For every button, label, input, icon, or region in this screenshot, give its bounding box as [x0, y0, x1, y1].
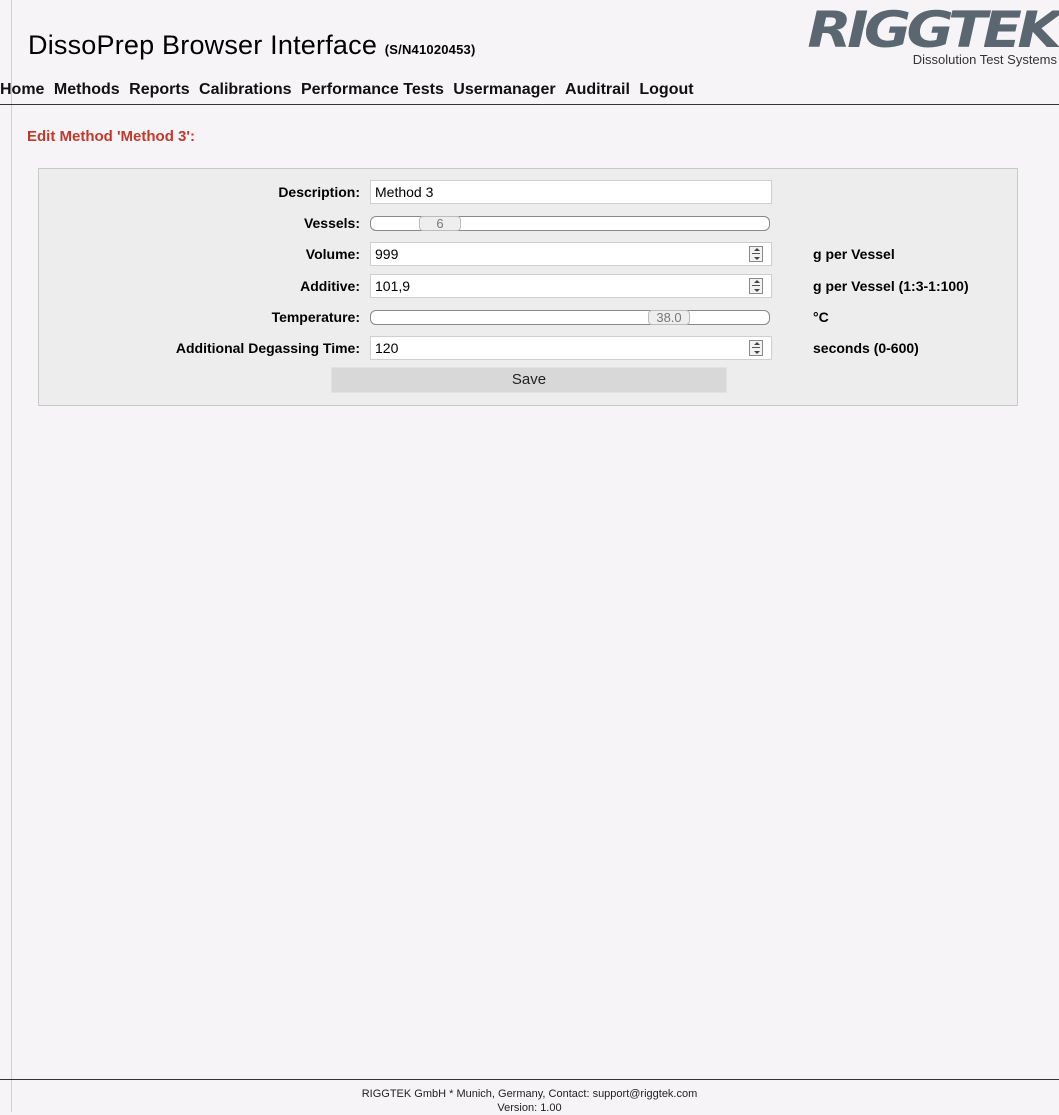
vessels-label: Vessels: [303, 215, 360, 231]
description-input[interactable]: Method 3 [370, 180, 772, 204]
header: DissoPrep Browser Interface (S/N41020453… [0, 0, 1059, 80]
nav-performance-tests[interactable]: Performance Tests [301, 78, 444, 102]
vessels-slider-handle[interactable]: 6 [419, 216, 461, 231]
nav-auditrail[interactable]: Auditrail [565, 78, 630, 102]
footer-version: Version: 1.00 [497, 1102, 562, 1114]
volume-row: Volume: 999 g per Vessel [39, 242, 1017, 266]
temperature-label: Temperature: [271, 309, 360, 325]
riggtek-logo: RIGGTEK Dissolution Test Systems [807, 1, 1059, 70]
nav-calibrations[interactable]: Calibrations [199, 78, 291, 102]
edit-method-heading: Edit Method 'Method 3': [27, 128, 195, 145]
degassing-unit: seconds (0-600) [813, 340, 919, 356]
nav-methods[interactable]: Methods [54, 78, 120, 102]
additive-value: 101,9 [375, 278, 411, 294]
additive-row: Additive: 101,9 g per Vessel (1:3-1:100) [39, 274, 1017, 298]
degassing-input[interactable]: 120 [370, 336, 772, 360]
degassing-spinner-icon[interactable] [749, 340, 763, 356]
vessels-slider[interactable]: 6 [370, 216, 770, 231]
page-frame-border [11, 0, 12, 1112]
temperature-slider[interactable]: 38.0 [370, 310, 770, 325]
method-form: Description: Method 3 Vessels: 6 Volume:… [38, 168, 1018, 406]
additive-spinner-icon[interactable] [749, 278, 763, 294]
footer: RIGGTEK GmbH * Munich, Germany, Contact:… [0, 1079, 1059, 1115]
main-nav: Home Methods Reports Calibrations Perfor… [0, 78, 1059, 105]
volume-input[interactable]: 999 [370, 242, 772, 266]
additive-input[interactable]: 101,9 [370, 274, 772, 298]
temperature-unit: °C [813, 309, 829, 325]
save-button[interactable]: Save [331, 367, 727, 393]
description-label: Description: [278, 184, 360, 200]
logo-wordmark: RIGGTEK [807, 1, 1059, 59]
footer-contact: RIGGTEK GmbH * Munich, Germany, Contact:… [361, 1088, 698, 1100]
vessels-row: Vessels: 6 [39, 211, 1017, 235]
volume-spinner-icon[interactable] [749, 246, 763, 262]
additive-label: Additive: [300, 278, 360, 294]
nav-usermanager[interactable]: Usermanager [453, 78, 555, 102]
temperature-slider-handle[interactable]: 38.0 [648, 310, 690, 325]
serial-number: (S/N41020453) [384, 42, 476, 57]
degassing-label: Additional Degassing Time: [175, 340, 360, 356]
nav-logout[interactable]: Logout [639, 78, 693, 102]
volume-value: 999 [375, 246, 399, 262]
description-row: Description: Method 3 [39, 180, 1017, 204]
app-title: DissoPrep Browser Interface [28, 30, 378, 60]
additive-unit: g per Vessel (1:3-1:100) [813, 278, 969, 294]
volume-label: Volume: [305, 246, 360, 262]
temperature-row: Temperature: 38.0 °C [39, 305, 1017, 329]
logo-subtitle: Dissolution Test Systems [912, 52, 1057, 67]
degassing-row: Additional Degassing Time: 120 seconds (… [39, 336, 1017, 360]
page-title: DissoPrep Browser Interface (S/N41020453… [28, 30, 476, 61]
nav-home[interactable]: Home [0, 78, 44, 102]
degassing-value: 120 [375, 340, 399, 356]
nav-reports[interactable]: Reports [129, 78, 189, 102]
volume-unit: g per Vessel [813, 246, 895, 262]
